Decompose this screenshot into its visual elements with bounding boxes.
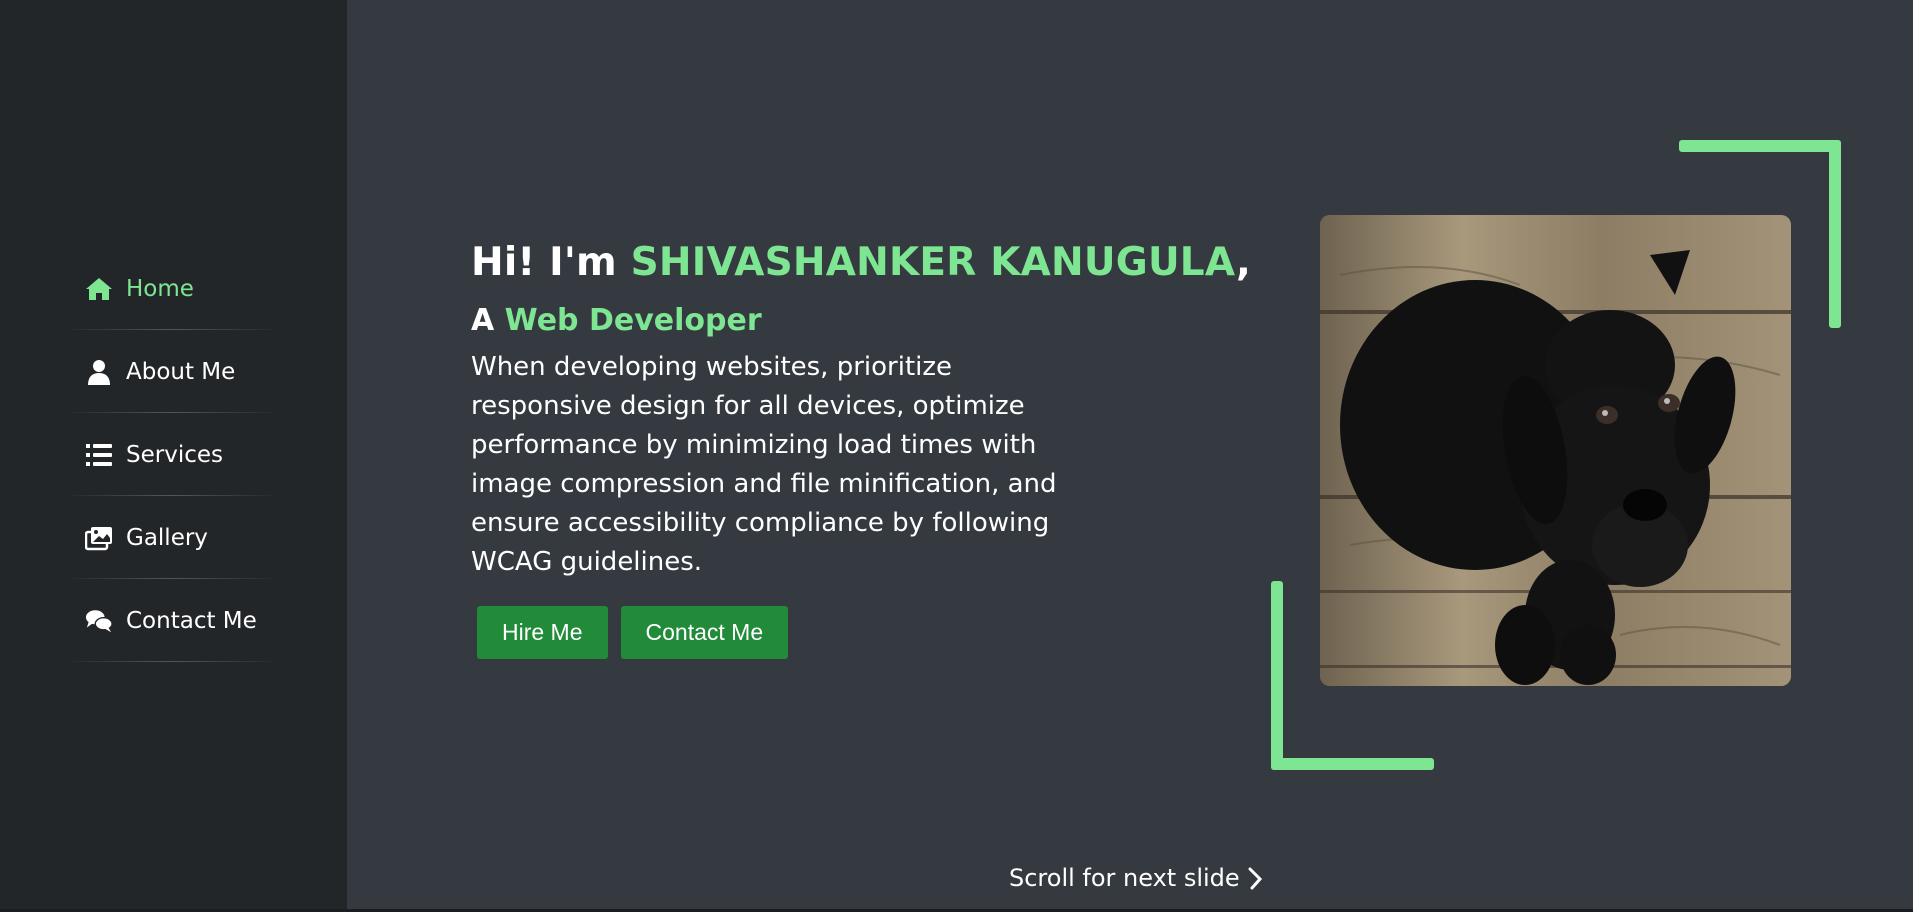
- scroll-hint-label: Scroll for next slide: [1009, 864, 1240, 892]
- sidebar-item-contact[interactable]: Contact Me: [70, 579, 274, 662]
- sidebar-item-gallery[interactable]: Gallery: [70, 496, 274, 579]
- images-icon: [84, 524, 114, 552]
- sidebar-item-label: Contact Me: [126, 607, 257, 634]
- sidebar-item-services[interactable]: Services: [70, 413, 274, 496]
- greeting-text: Hi! I'm: [471, 240, 631, 285]
- name-suffix: ,: [1235, 240, 1251, 285]
- decorative-frame-top-right-vertical: [1829, 140, 1841, 328]
- hire-me-button[interactable]: Hire Me: [477, 606, 608, 659]
- hero-description: When developing websites, prioritize res…: [471, 352, 1057, 577]
- user-icon: [84, 358, 114, 386]
- contact-me-button[interactable]: Contact Me: [620, 606, 789, 659]
- sidebar: Home About Me Services Gallery Contact M…: [0, 0, 347, 909]
- hero-actions: Hire Me Contact Me: [471, 606, 1191, 659]
- sidebar-item-label: Gallery: [126, 524, 208, 551]
- sidebar-item-label: About Me: [126, 358, 236, 385]
- role-prefix: A: [471, 303, 505, 338]
- hero-headline: Hi! I'm SHIVASHANKER KANUGULA,: [471, 240, 1251, 285]
- sidebar-item-about[interactable]: About Me: [70, 330, 274, 413]
- home-icon: [84, 275, 114, 303]
- scroll-hint[interactable]: Scroll for next slide: [1009, 864, 1264, 892]
- decorative-frame-top-right: [1679, 140, 1841, 152]
- list-icon: [84, 441, 114, 469]
- decorative-frame-bottom-left: [1271, 581, 1283, 770]
- profile-photo: [1320, 215, 1791, 686]
- sidebar-item-label: Home: [126, 275, 194, 302]
- role-title: Web Developer: [504, 303, 762, 338]
- sidebar-item-label: Services: [126, 441, 223, 468]
- comments-icon: [84, 607, 114, 635]
- sidebar-nav: Home About Me Services Gallery Contact M…: [70, 247, 274, 662]
- chevron-right-icon: [1246, 865, 1264, 891]
- hero-section: Hi! I'm SHIVASHANKER KANUGULA, A Web Dev…: [471, 240, 1251, 659]
- decorative-frame-bottom-left-horizontal: [1271, 758, 1434, 770]
- puppy-image: [1320, 215, 1791, 686]
- sidebar-item-home[interactable]: Home: [70, 247, 274, 330]
- hero-role: A Web Developer: [471, 303, 1191, 338]
- developer-name: SHIVASHANKER KANUGULA: [630, 240, 1236, 285]
